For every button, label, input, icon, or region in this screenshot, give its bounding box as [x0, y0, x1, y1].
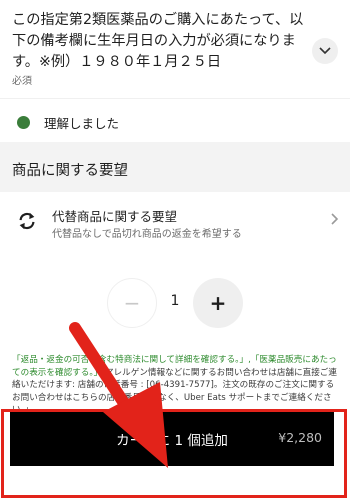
add-to-cart-button[interactable]: カートに 1 個追加 ¥2,280 — [10, 412, 334, 466]
quantity-stepper: − 1 + — [0, 265, 350, 345]
section-title: 商品に関する要望 — [12, 163, 128, 179]
request-subtitle: 代替品なしで品切れ商品の返金を希望する — [52, 229, 242, 240]
cart-price: ¥2,280 — [278, 430, 322, 445]
radio-selected-icon[interactable] — [17, 116, 30, 129]
confirm-label: 理解しました — [44, 116, 120, 131]
chevron-down-icon — [319, 47, 331, 55]
swap-icon — [19, 212, 35, 230]
substitute-request-row[interactable]: 代替商品に関する要望 代替品なしで品切れ商品の返金を希望する — [0, 192, 350, 252]
notice-text: この指定第2類医薬品のご購入にあたって、以下の備考欄に生年月日の入力が必須になり… — [12, 12, 304, 70]
decrease-button[interactable]: − — [107, 278, 157, 328]
request-title: 代替商品に関する要望 — [52, 209, 178, 224]
chevron-right-icon — [331, 213, 339, 225]
legal-disclaimer: 「返品・返金の可否を含む特商法に関して詳細を確認する。」,「医薬品販売にあたって… — [12, 354, 338, 417]
increase-button[interactable]: + — [193, 278, 243, 328]
required-label: 必須 — [12, 76, 32, 87]
quantity-value: 1 — [170, 293, 180, 309]
expand-button[interactable] — [312, 38, 338, 64]
confirm-option[interactable]: 理解しました — [0, 98, 350, 142]
section-header: 商品に関する要望 — [0, 142, 350, 192]
prescription-notice: この指定第2類医薬品のご購入にあたって、以下の備考欄に生年月日の入力が必須になり… — [0, 0, 350, 95]
